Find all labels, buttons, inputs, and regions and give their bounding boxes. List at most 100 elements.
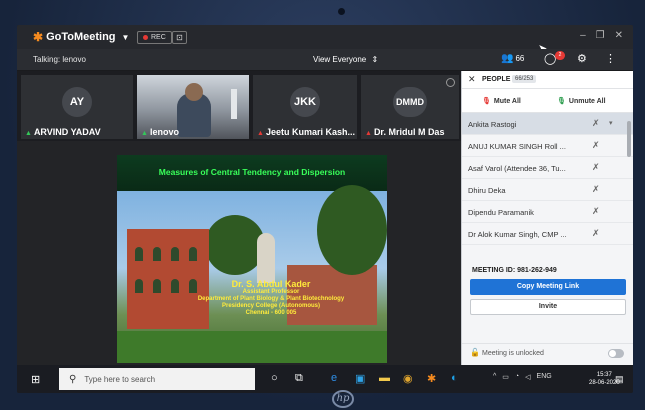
brand-menu[interactable]: ✱ GoToMeeting ▼ (33, 30, 129, 44)
mic-on-icon: ▲ (141, 130, 148, 137)
system-tray: ^ ▭ ◔ ◁ ENG (493, 373, 552, 381)
people-icon: 👥 (501, 53, 514, 64)
tree (205, 215, 265, 275)
minimize-icon[interactable]: – (580, 30, 586, 41)
video-background-object (231, 89, 237, 119)
screen: ✱ GoToMeeting ▼ REC ⊡ – ❐ ✕ ➤ Talking: l… (17, 25, 633, 393)
search-placeholder: Type here to search (84, 374, 156, 384)
language-label[interactable]: ENG (537, 373, 552, 381)
list-item[interactable]: Asaf Varol (Attendee 36, Tu... ✗ (462, 157, 633, 179)
mic-muted-icon: ▲ (257, 130, 264, 137)
webcam-tile[interactable]: DMMD ▲ Dr. Mridul M Das (361, 75, 459, 139)
webcam-name: ▲ ARVIND YADAV (25, 127, 101, 137)
copy-meeting-link-button[interactable]: Copy Meeting Link (470, 279, 626, 295)
app-titlebar: ✱ GoToMeeting ▼ REC ⊡ – ❐ ✕ ➤ (17, 25, 633, 55)
mic-on-icon: ▲ (25, 130, 32, 137)
list-item[interactable]: Dr Alok Kumar Singh, CMP ... ✗ (462, 223, 633, 245)
app-icon[interactable]: ◐ (451, 372, 458, 384)
mic-muted-icon[interactable]: ✗ (592, 228, 600, 239)
brand-label: GoToMeeting (46, 31, 116, 43)
unmute-all-button[interactable]: 🎙 Unmute All (557, 97, 606, 105)
list-item[interactable]: Dipendu Paramanik ✗ (462, 201, 633, 223)
mic-muted-icon[interactable]: ✗ (592, 162, 600, 173)
mic-muted-icon[interactable]: ✗ (592, 140, 600, 151)
store-icon[interactable]: ▣ (355, 372, 365, 385)
invite-button[interactable]: Invite (470, 299, 626, 315)
mic-muted-icon: 🎙 (482, 98, 491, 105)
mic-muted-icon[interactable]: ✗ (592, 118, 600, 129)
attendee-name: ANUJ KUMAR SINGH Roll ... (468, 142, 566, 151)
webcam-name: ▲ lenovo (141, 127, 179, 137)
network-icon[interactable]: ◔ (515, 373, 519, 381)
presentation-slide: Measures of Central Tendency and Dispers… (117, 155, 387, 363)
webcam-name: ▲ Jeetu Kumari Kash... (257, 127, 355, 137)
battery-icon[interactable]: ▭ (502, 373, 509, 381)
list-item[interactable]: Dhiru Deka ✗ (462, 179, 633, 201)
gotomeeting-taskbar-icon[interactable]: ✱ (427, 372, 436, 385)
file-explorer-icon[interactable]: ▬ (379, 372, 390, 384)
window (135, 247, 143, 261)
chevron-down-icon: ▼ (121, 32, 130, 42)
building-tower (257, 233, 275, 283)
mute-all-button[interactable]: 🎙 Mute All (482, 97, 521, 105)
tile-options-icon[interactable] (446, 78, 455, 87)
windows-start-icon[interactable]: ⊞ (31, 373, 40, 386)
chrome-icon[interactable]: ◉ (403, 372, 413, 385)
window-controls: – ❐ ✕ (580, 30, 623, 41)
volume-icon[interactable]: ◁ (525, 373, 530, 381)
attendee-name: Dr Alok Kumar Singh, CMP ... (468, 230, 567, 239)
tree (317, 185, 387, 275)
mic-muted-icon[interactable]: ✗ (592, 206, 600, 217)
view-mode-dropdown[interactable]: View Everyone ⇕ (313, 55, 378, 64)
webcam-lens (338, 8, 345, 15)
attendee-name: Asaf Varol (Attendee 36, Tu... (468, 164, 566, 173)
tray-chevron-icon[interactable]: ^ (493, 373, 496, 381)
author-name: Dr. S. Abdul Kader (231, 279, 311, 289)
chevron-down-icon[interactable]: ▾ (609, 119, 613, 127)
window (189, 247, 197, 261)
windows-taskbar: ⊞ ⚲ Type here to search ○ ⧉ e ▣ ▬ ◉ ✱ ◐ … (17, 365, 633, 393)
author-line: Assistant Professor (242, 289, 300, 295)
people-button[interactable]: 👥 66 (501, 53, 524, 64)
attendee-count-badge: 66/253 (512, 75, 537, 83)
notification-icon[interactable]: ▤ (615, 374, 624, 385)
webcam-strip: ◀ AY ▲ARVIND YADAV ▲lenovo JKK ▲Jeetu Ku… (17, 71, 461, 141)
mute-controls: 🎙 Mute All 🎙 Unmute All (462, 89, 633, 113)
lock-status: Meeting is unlocked (482, 350, 544, 357)
record-button[interactable]: REC (137, 31, 172, 44)
window (153, 279, 161, 293)
people-panel-title: PEOPLE (482, 76, 511, 83)
settings-gear-icon[interactable]: ⚙ (577, 52, 587, 65)
cortana-icon[interactable]: ○ (271, 372, 278, 384)
window (171, 247, 179, 261)
webcam-tile[interactable]: AY ▲ ARVIND YADAV (21, 75, 133, 139)
close-icon[interactable]: ✕ (468, 74, 476, 85)
author-line: Presidency College (Autonomous) (221, 303, 320, 309)
mic-muted-icon: ▲ (365, 130, 372, 137)
restore-icon[interactable]: ❐ (596, 30, 605, 41)
more-options-icon[interactable]: ⋮ (605, 52, 616, 65)
mic-icon: 🎙 (557, 98, 566, 105)
gotomeeting-logo-icon: ✱ (33, 30, 44, 44)
chat-badge: 2 (555, 51, 565, 60)
taskbar-search[interactable]: ⚲ Type here to search (59, 368, 255, 390)
webcam-tile[interactable]: ▲ lenovo (137, 75, 249, 139)
lock-toggle[interactable] (608, 349, 624, 358)
search-icon: ⚲ (69, 373, 77, 385)
list-item[interactable]: ANUJ KUMAR SINGH Roll ... ✗ (462, 135, 633, 157)
edge-icon[interactable]: e (331, 372, 337, 384)
list-item[interactable]: Ankita Rastogi ✗ ▾ (462, 113, 633, 135)
attendee-name: Dhiru Deka (468, 186, 506, 195)
attendee-name: Dipendu Paramanik (468, 208, 534, 217)
avatar: DMMD (393, 87, 427, 117)
screen-share-stage: Measures of Central Tendency and Dispers… (17, 141, 461, 365)
close-icon[interactable]: ✕ (615, 30, 623, 41)
mic-muted-icon[interactable]: ✗ (592, 184, 600, 195)
record-dot-icon (143, 35, 148, 40)
screenshot-button[interactable]: ⊡ (172, 31, 187, 44)
task-view-icon[interactable]: ⧉ (295, 372, 303, 385)
webcam-tile[interactable]: JKK ▲ Jeetu Kumari Kash... (253, 75, 357, 139)
record-label: REC (151, 34, 166, 41)
scrollbar[interactable] (627, 121, 631, 157)
meeting-id: MEETING ID: 981-262-949 (472, 267, 557, 274)
